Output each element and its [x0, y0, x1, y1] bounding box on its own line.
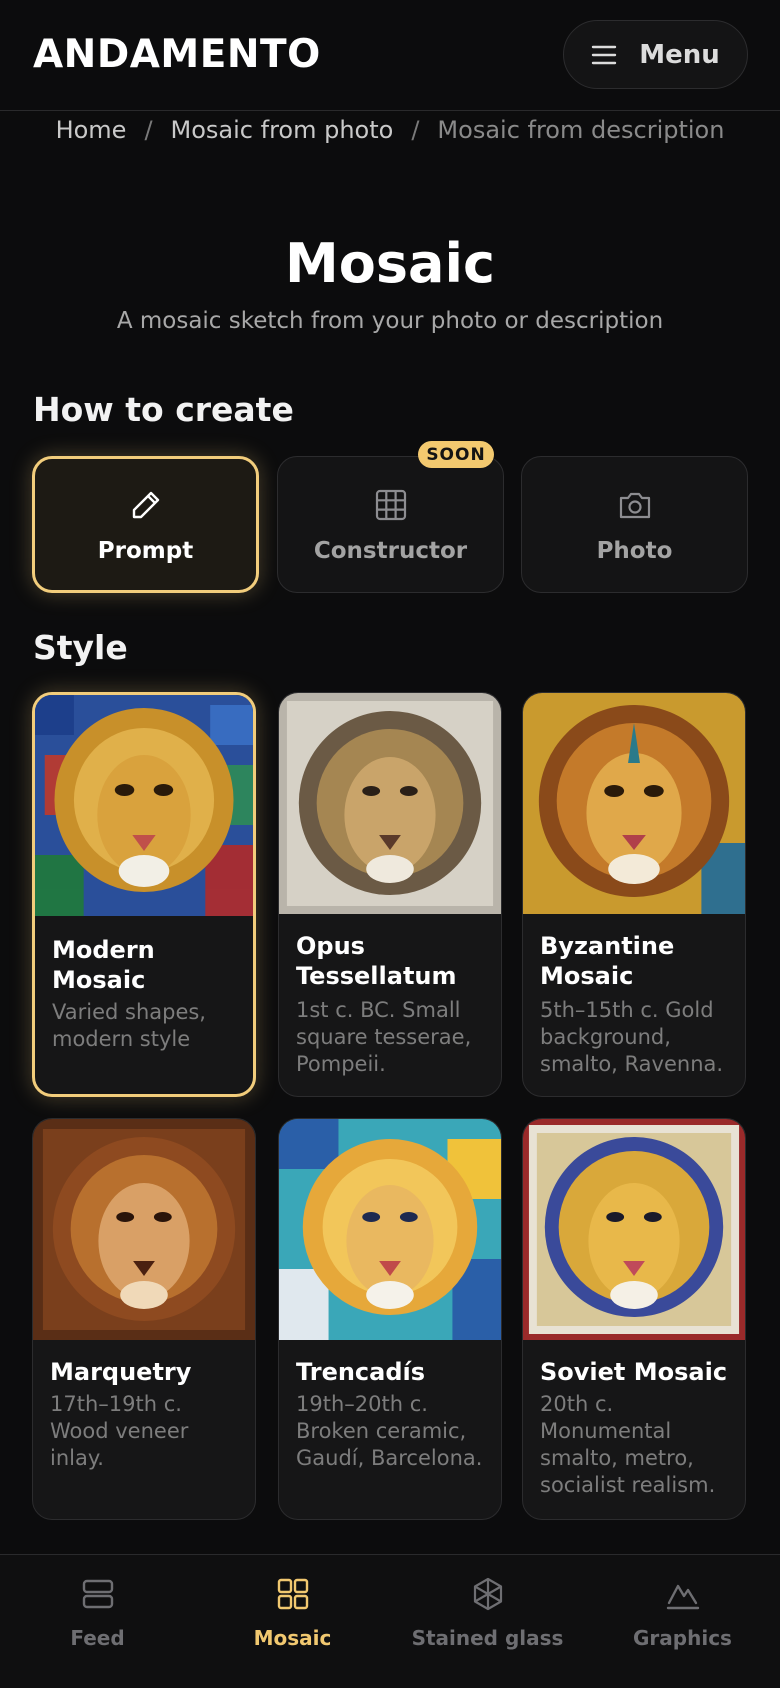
style-name: Modern Mosaic [52, 936, 155, 994]
breadcrumb-home[interactable]: Home [56, 116, 127, 144]
method-label: Photo [596, 537, 673, 564]
menu-label: Menu [639, 39, 720, 70]
trencadis-image [279, 1119, 501, 1340]
style-name: Marquetry [50, 1358, 192, 1386]
bottom-navigation: Feed Mosaic Stained glass Graphics [0, 1554, 780, 1688]
style-card-byzantine-mosaic[interactable]: Byzantine Mosaic 5th–15th c. Gold backgr… [522, 692, 746, 1097]
style-description: Varied shapes, modern style [52, 1000, 206, 1051]
app-header: ANDAMENTO Menu [0, 0, 780, 111]
breadcrumb-current: Mosaic from description [437, 116, 725, 144]
pencil-icon [132, 491, 159, 518]
feed-icon [82, 1579, 113, 1609]
style-description: 20th c. Monumental smalto, metro, social… [540, 1392, 716, 1497]
style-card-opus-tessellatum[interactable]: Opus Tessellatum 1st c. BC. Small square… [278, 692, 502, 1097]
mosaic-grid-icon [277, 1578, 308, 1610]
nav-label: Mosaic [253, 1626, 332, 1650]
byzantine-mosaic-image [523, 693, 745, 914]
style-card-modern-mosaic[interactable]: Modern Mosaic Varied shapes, modern styl… [32, 692, 256, 1097]
style-description: 19th–20th c. Broken ceramic, Gaudí, Barc… [296, 1392, 483, 1470]
method-label: Prompt [97, 537, 194, 564]
style-description: 17th–19th c. Wood veneer inlay. [50, 1392, 189, 1470]
camera-icon [619, 492, 650, 518]
style-description: 1st c. BC. Small square tesserae, Pompei… [296, 998, 472, 1076]
style-card-trencadis[interactable]: Trencadís 19th–20th c. Broken ceramic, G… [278, 1118, 502, 1520]
stained-glass-icon [473, 1577, 502, 1611]
style-name: Trencadís [296, 1358, 426, 1386]
style-name: Opus Tessellatum [296, 932, 457, 990]
opus-tessellatum-image [279, 693, 501, 914]
method-label: Constructor [313, 537, 468, 564]
marquetry-image [33, 1119, 255, 1340]
how-to-create-heading: How to create [33, 390, 294, 429]
soon-badge: SOON [418, 441, 494, 468]
nav-item-graphics[interactable]: Graphics [585, 1555, 780, 1688]
hamburger-icon [592, 45, 617, 64]
style-card-marquetry[interactable]: Marquetry 17th–19th c. Wood veneer inlay… [32, 1118, 256, 1520]
nav-label: Stained glass [411, 1626, 564, 1650]
nav-label: Feed [70, 1626, 125, 1650]
style-name: Soviet Mosaic [540, 1358, 728, 1386]
page-subtitle: A mosaic sketch from your photo or descr… [116, 308, 664, 334]
grid-icon [375, 489, 406, 520]
nav-item-stained-glass[interactable]: Stained glass [390, 1555, 585, 1688]
soviet-mosaic-image [523, 1119, 745, 1340]
style-name: Byzantine Mosaic [540, 932, 675, 990]
nav-label: Graphics [633, 1626, 732, 1650]
modern-mosaic-image [35, 695, 253, 916]
menu-button[interactable]: Menu [563, 20, 748, 89]
method-photo[interactable]: Photo [521, 456, 748, 593]
nav-item-mosaic[interactable]: Mosaic [195, 1555, 390, 1688]
graphics-icon [666, 1584, 699, 1610]
brand-logo[interactable]: ANDAMENTO [33, 32, 321, 77]
style-card-soviet-mosaic[interactable]: Soviet Mosaic 20th c. Monumental smalto,… [522, 1118, 746, 1520]
method-prompt[interactable]: Prompt [32, 456, 259, 593]
style-description: 5th–15th c. Gold background, smalto, Rav… [540, 998, 724, 1076]
style-heading: Style [33, 628, 128, 667]
method-constructor[interactable]: Constructor [277, 456, 504, 593]
breadcrumb-mosaic-from-photo[interactable]: Mosaic from photo [171, 116, 394, 144]
page-title: Mosaic [285, 232, 495, 295]
breadcrumb: Home / Mosaic from photo / Mosaic from d… [0, 112, 780, 148]
breadcrumb-separator: / [411, 116, 420, 144]
breadcrumb-separator: / [144, 116, 153, 144]
nav-item-feed[interactable]: Feed [0, 1555, 195, 1688]
